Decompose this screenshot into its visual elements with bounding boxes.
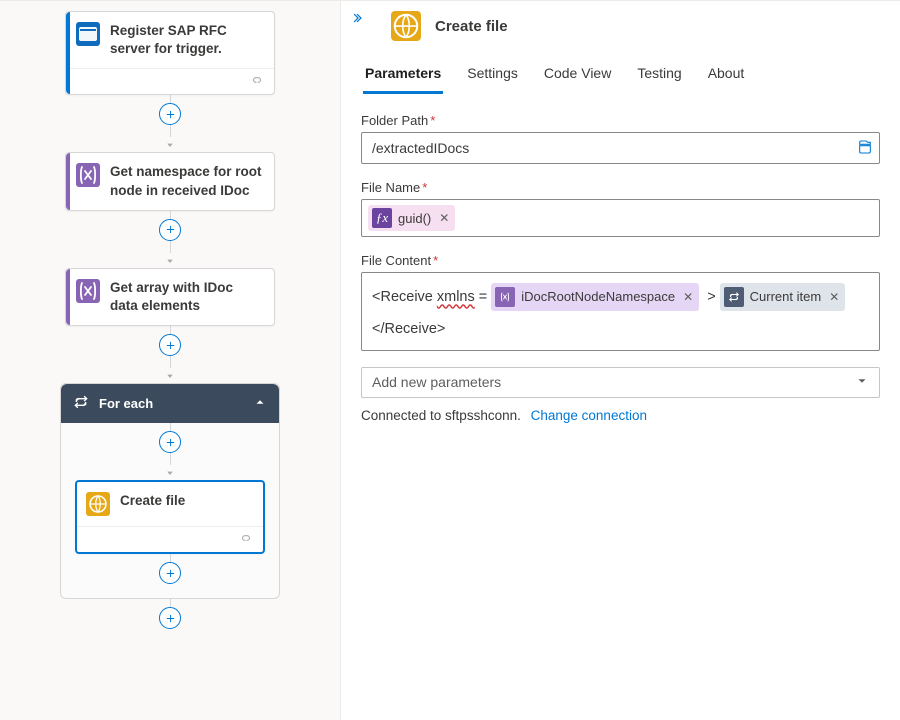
flow-arrow-icon xyxy=(165,465,175,480)
chevron-up-icon[interactable] xyxy=(253,395,267,412)
field-file-content: File Content* <Receive xmlns= iDocRootNo… xyxy=(361,253,880,351)
fx-chip-guid[interactable]: ƒx guid() ✕ xyxy=(368,205,455,231)
xml-eq: = xyxy=(479,285,487,310)
remove-chip-icon[interactable]: ✕ xyxy=(683,287,693,307)
tab-about[interactable]: About xyxy=(706,61,747,94)
loop-icon xyxy=(73,394,89,413)
xml-close: </Receive> xyxy=(372,317,869,342)
variable-icon xyxy=(76,279,100,303)
sap-icon xyxy=(76,22,100,46)
pane-header: Create file xyxy=(361,1,880,61)
folder-path-label: Folder Path xyxy=(361,113,428,128)
chevron-down-icon xyxy=(855,374,869,391)
var-chip-text: iDocRootNodeNamespace xyxy=(521,286,675,308)
connection-line: Connected to sftpsshconn. Change connect… xyxy=(361,408,880,423)
variable-icon xyxy=(76,163,100,187)
step-create-file[interactable]: Create file xyxy=(75,480,265,554)
var-chip-namespace[interactable]: iDocRootNodeNamespace ✕ xyxy=(491,283,699,311)
step-title: Get namespace for root node in received … xyxy=(110,163,262,199)
file-content-input[interactable]: <Receive xmlns= iDocRootNodeNamespace ✕ … xyxy=(361,272,880,351)
step-title: Register SAP RFC server for trigger. xyxy=(110,22,262,58)
link-icon[interactable] xyxy=(239,531,253,548)
step-get-array[interactable]: Get array with IDoc data elements xyxy=(65,268,275,326)
add-new-parameters[interactable]: Add new parameters xyxy=(361,367,880,398)
add-step-button[interactable] xyxy=(159,219,181,241)
add-param-text: Add new parameters xyxy=(372,374,501,390)
field-file-name: File Name* ƒx guid() ✕ xyxy=(361,180,880,237)
flow-arrow-icon xyxy=(165,137,175,152)
add-step-button[interactable] xyxy=(159,562,181,584)
step-title: Get array with IDoc data elements xyxy=(110,279,262,315)
step-title: Create file xyxy=(120,492,185,510)
foreach-container[interactable]: For each Create file xyxy=(60,383,280,599)
xml-gt: > xyxy=(707,285,715,310)
step-get-namespace[interactable]: Get namespace for root node in received … xyxy=(65,152,275,210)
foreach-header[interactable]: For each xyxy=(61,384,279,423)
details-pane: Create file Parameters Settings Code Vie… xyxy=(340,1,900,720)
folder-path-input[interactable]: /extractedIDocs xyxy=(361,132,880,164)
remove-chip-icon[interactable]: ✕ xyxy=(439,211,449,225)
tab-settings[interactable]: Settings xyxy=(465,61,520,94)
link-icon[interactable] xyxy=(250,73,264,90)
connection-text: Connected to sftpsshconn. xyxy=(361,408,521,423)
collapse-pane-button[interactable] xyxy=(349,11,363,28)
connector xyxy=(159,423,181,480)
tab-code-view[interactable]: Code View xyxy=(542,61,613,94)
workflow-canvas: Register SAP RFC server for trigger. xyxy=(0,1,340,720)
xml-open: <Receive xyxy=(372,285,433,310)
variable-icon xyxy=(495,287,515,307)
flow-arrow-icon xyxy=(165,253,175,268)
connector xyxy=(159,326,181,383)
flow-arrow-icon xyxy=(165,368,175,383)
tabs: Parameters Settings Code View Testing Ab… xyxy=(361,61,880,95)
connector xyxy=(159,599,181,629)
file-name-input[interactable]: ƒx guid() ✕ xyxy=(361,199,880,237)
fx-text: guid() xyxy=(398,211,431,226)
connector xyxy=(159,554,181,584)
folder-path-value: /extractedIDocs xyxy=(372,140,469,156)
change-connection-link[interactable]: Change connection xyxy=(531,408,647,423)
tab-parameters[interactable]: Parameters xyxy=(363,61,443,94)
folder-picker-icon[interactable] xyxy=(857,139,873,158)
file-content-label: File Content xyxy=(361,253,431,268)
connector xyxy=(159,95,181,152)
remove-chip-icon[interactable]: ✕ xyxy=(829,287,839,307)
fx-icon: ƒx xyxy=(372,208,392,228)
pane-title: Create file xyxy=(435,18,508,35)
add-step-button[interactable] xyxy=(159,334,181,356)
connector xyxy=(159,211,181,268)
file-name-label: File Name xyxy=(361,180,420,195)
foreach-title: For each xyxy=(99,396,153,411)
loop-chip-current-item[interactable]: Current item ✕ xyxy=(720,283,846,311)
field-folder-path: Folder Path* /extractedIDocs xyxy=(361,113,880,164)
add-step-button[interactable] xyxy=(159,431,181,453)
tab-testing[interactable]: Testing xyxy=(635,61,683,94)
loop-chip-text: Current item xyxy=(750,286,822,308)
step-register-sap-rfc[interactable]: Register SAP RFC server for trigger. xyxy=(65,11,275,95)
loop-icon xyxy=(724,287,744,307)
sftp-icon xyxy=(391,11,421,41)
add-step-button[interactable] xyxy=(159,607,181,629)
add-step-button[interactable] xyxy=(159,103,181,125)
xml-xmlns: xmlns xyxy=(437,285,475,310)
sftp-icon xyxy=(86,492,110,516)
